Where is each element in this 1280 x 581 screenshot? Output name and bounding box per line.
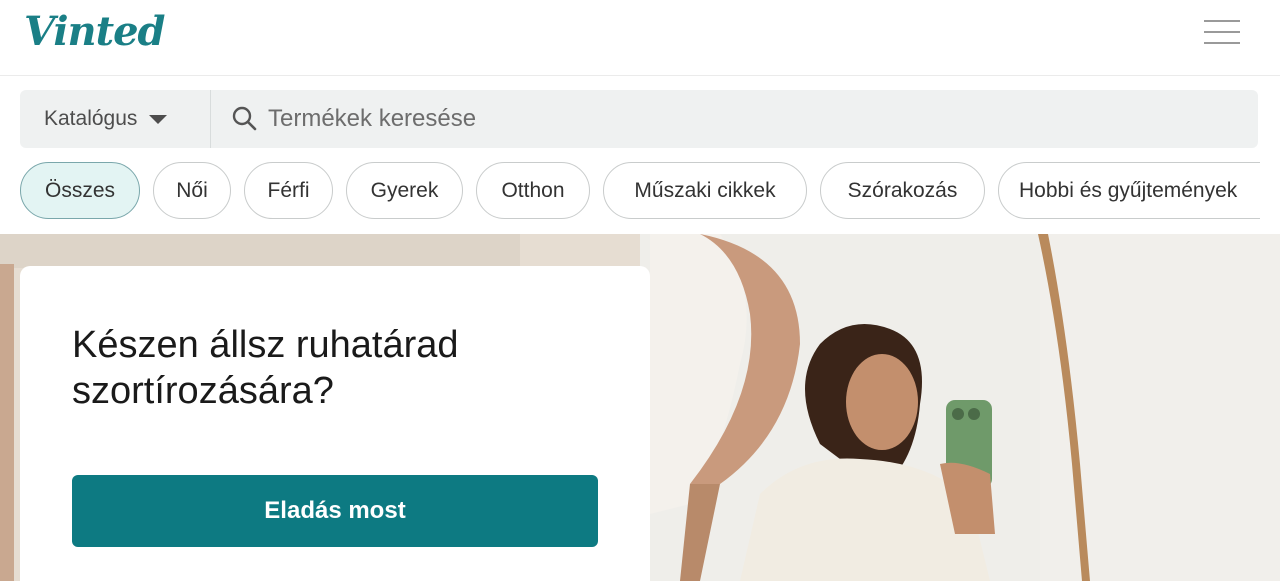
hero-banner: Készen állsz ruhatárad szortírozására? E…	[0, 234, 1280, 581]
hero-title: Készen állsz ruhatárad szortírozására?	[72, 324, 459, 412]
top-header: Vinted	[0, 0, 1280, 76]
chip-all[interactable]: Összes	[20, 162, 140, 219]
catalog-label: Katalógus	[44, 107, 138, 130]
search-divider	[210, 90, 211, 148]
search-input[interactable]	[268, 105, 1168, 133]
chevron-down-icon	[149, 114, 168, 124]
chip-men[interactable]: Férfi	[244, 162, 333, 219]
chip-kids[interactable]: Gyerek	[346, 162, 463, 219]
chip-electronics[interactable]: Műszaki cikkek	[603, 162, 807, 219]
sell-now-button[interactable]: Eladás most	[72, 475, 598, 547]
search-bar: Katalógus	[20, 90, 1258, 148]
chip-hobbies[interactable]: Hobbi és gyűjtemények	[998, 162, 1260, 219]
chip-home[interactable]: Otthon	[476, 162, 590, 219]
hamburger-menu-icon[interactable]	[1202, 18, 1242, 48]
catalog-dropdown[interactable]: Katalógus	[20, 90, 210, 148]
chip-entertainment[interactable]: Szórakozás	[820, 162, 985, 219]
search-field[interactable]	[224, 90, 1254, 148]
hero-card: Készen állsz ruhatárad szortírozására? E…	[20, 266, 650, 581]
category-chips: Összes Női Férfi Gyerek Otthon Műszaki c…	[20, 162, 1260, 220]
vinted-logo[interactable]: Vinted	[24, 8, 166, 55]
chip-women[interactable]: Női	[153, 162, 231, 219]
search-icon	[232, 106, 257, 131]
